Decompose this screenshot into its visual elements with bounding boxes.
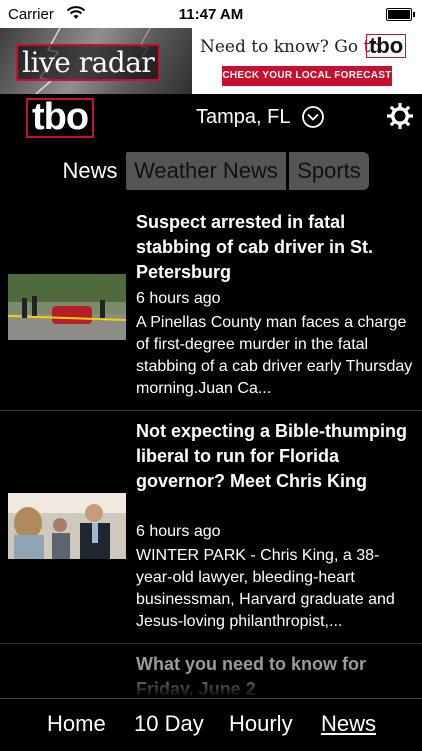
ad-cta-button[interactable]: CHECK YOUR LOCAL FORECAST bbox=[222, 66, 392, 86]
ad-tagline: Need to know? Go to bbox=[200, 37, 381, 57]
nav-10-day[interactable]: 10 Day bbox=[134, 711, 204, 737]
article-thumbnail bbox=[8, 274, 126, 340]
list-item[interactable]: Not expecting a Bible-thumping liberal t… bbox=[0, 411, 422, 644]
article-summary: A Pinellas County man faces a charge of … bbox=[136, 314, 413, 397]
chevron-down-icon[interactable] bbox=[301, 105, 325, 129]
article-summary: WINTER PARK - Chris King, a 38-year-old … bbox=[136, 547, 395, 630]
ad-banner[interactable]: live radar Need to know? Go to tbo CHECK… bbox=[0, 28, 422, 94]
nav-home[interactable]: Home bbox=[47, 711, 106, 737]
ad-brand: live radar bbox=[16, 44, 161, 81]
tab-weather-news[interactable]: Weather News bbox=[126, 152, 286, 190]
list-item[interactable]: Suspect arrested in fatal stabbing of ca… bbox=[0, 206, 422, 411]
article-thumbnail bbox=[8, 493, 126, 559]
nav-hourly[interactable]: Hourly bbox=[229, 711, 293, 737]
ad-tagline-brand: tbo bbox=[366, 34, 407, 58]
gear-icon[interactable] bbox=[385, 101, 415, 131]
list-fade-overlay bbox=[0, 672, 422, 698]
location-label[interactable]: Tampa, FL bbox=[196, 106, 290, 129]
tab-news[interactable]: News bbox=[56, 152, 124, 190]
status-bar: Carrier 11:47 AM bbox=[0, 0, 422, 28]
tab-sports[interactable]: Sports bbox=[289, 152, 369, 190]
tbo-logo: tbo bbox=[26, 98, 95, 138]
article-time: 6 hours ago bbox=[136, 290, 221, 307]
nav-news[interactable]: News bbox=[321, 711, 376, 737]
article-title: Suspect arrested in fatal stabbing of ca… bbox=[136, 212, 374, 282]
bottom-nav: Home 10 Day Hourly News bbox=[0, 698, 422, 751]
battery-icon bbox=[386, 8, 415, 21]
article-title: Not expecting a Bible-thumping liberal t… bbox=[136, 421, 408, 491]
article-time: 6 hours ago bbox=[136, 523, 221, 540]
status-time: 11:47 AM bbox=[178, 6, 244, 23]
